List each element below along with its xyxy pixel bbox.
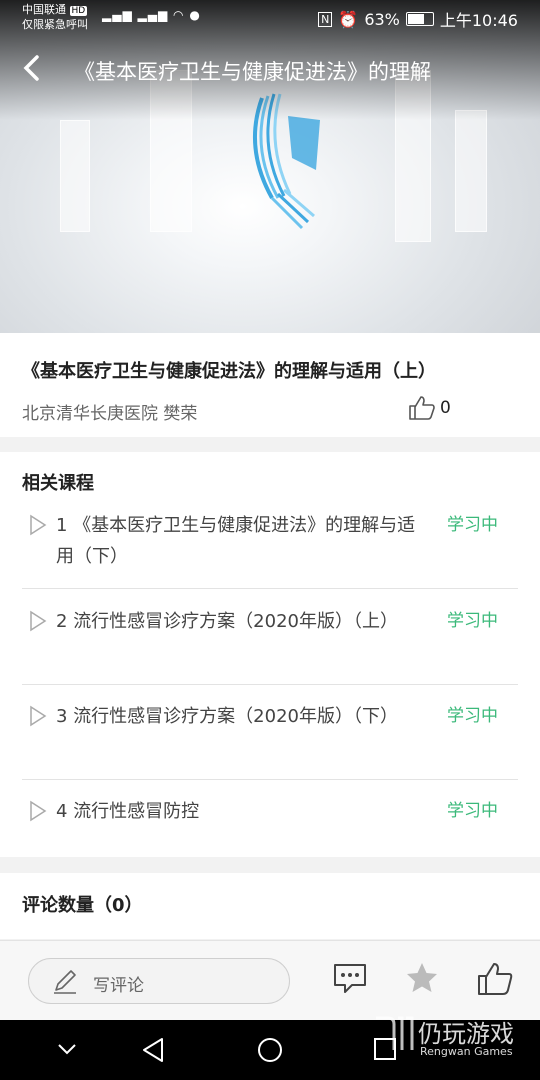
lesson-info-card: 《基本医疗卫生与健康促进法》的理解与适用（上） 北京清华长庚医院 樊荣 0 <box>0 333 540 437</box>
lesson-author: 北京清华长庚医院 樊荣 <box>22 404 198 424</box>
watermark-subtitle: Rengwan Games <box>420 1045 513 1058</box>
message-icon: ● <box>189 8 201 22</box>
write-comment-placeholder: 写评论 <box>93 976 144 996</box>
battery-icon <box>405 12 434 26</box>
course-title: 1 《基本医疗卫生与健康促进法》的理解与适用（下） <box>56 515 416 567</box>
clock: 上午10:46 <box>439 11 518 30</box>
video-player[interactable] <box>0 0 540 333</box>
like-count: 0 <box>440 398 451 418</box>
play-icon <box>30 800 47 822</box>
course-item[interactable]: 1 《基本医疗卫生与健康促进法》的理解与适用（下） 学习中 <box>22 510 518 589</box>
signal-off-icon: ▂▄▆ <box>137 8 169 22</box>
like-button[interactable]: 0 <box>408 395 451 421</box>
play-icon <box>30 610 47 632</box>
course-status: 学习中 <box>447 611 498 631</box>
comments-section: 评论数量（0） <box>0 873 540 939</box>
play-icon <box>30 514 47 536</box>
back-button[interactable] <box>14 54 48 88</box>
lesson-title: 《基本医疗卫生与健康促进法》的理解与适用（上） <box>22 361 436 382</box>
alarm-icon: ⏰ <box>338 9 359 29</box>
wifi-icon: ◠ <box>173 8 185 22</box>
star-icon[interactable] <box>404 961 440 995</box>
nav-back-icon[interactable] <box>140 1036 166 1064</box>
thumbs-up-icon[interactable] <box>476 961 514 997</box>
section-heading: 相关课程 <box>22 473 94 494</box>
course-title: 3 流行性感冒诊疗方案（2020年版）（下） <box>56 706 398 727</box>
bg-panel <box>455 110 487 232</box>
watermark-logo-icon <box>376 1016 414 1050</box>
comment-count-heading: 评论数量（0） <box>22 895 143 916</box>
course-title: 4 流行性感冒防控 <box>56 801 200 822</box>
page-title: 《基本医疗卫生与健康促进法》的理解 <box>74 60 431 84</box>
hd-badge: HD <box>69 6 88 16</box>
signal-icon: ▂▄▆ <box>102 8 133 22</box>
comment-icon[interactable] <box>332 961 368 995</box>
nfc-icon: N <box>318 11 333 27</box>
watermark: 仍玩游戏 Rengwan Games <box>372 1010 514 1062</box>
course-item[interactable]: 2 流行性感冒诊疗方案（2020年版）（上） 学习中 <box>22 606 518 685</box>
pen-icon <box>54 970 76 994</box>
related-courses-section: 相关课程 1 《基本医疗卫生与健康促进法》的理解与适用（下） 学习中 2 流行性… <box>0 452 540 857</box>
course-title: 2 流行性感冒诊疗方案（2020年版）（上） <box>56 611 398 632</box>
bg-panel <box>60 120 90 232</box>
emergency-only-label: 仅限紧急呼叫 <box>22 18 88 31</box>
carrier-name: 中国联通 <box>22 3 66 16</box>
nav-home-icon[interactable] <box>256 1036 284 1064</box>
course-status: 学习中 <box>447 706 498 726</box>
course-status: 学习中 <box>447 515 498 535</box>
carrier-info: 中国联通 HD 仅限紧急呼叫 <box>22 3 88 32</box>
signal-icons: ▂▄▆ ▂▄▆ ◠ ● <box>102 8 201 22</box>
thumbs-up-icon <box>409 396 435 420</box>
bottom-action-bar: 写评论 <box>0 940 540 1021</box>
play-icon <box>30 705 47 727</box>
course-item[interactable]: 4 流行性感冒防控 学习中 <box>22 796 518 844</box>
nav-hide-icon[interactable] <box>56 1042 78 1056</box>
chevron-left-icon <box>23 55 39 81</box>
battery-percent: 63% <box>364 9 400 29</box>
course-status: 学习中 <box>447 801 498 821</box>
course-item[interactable]: 3 流行性感冒诊疗方案（2020年版）（下） 学习中 <box>22 701 518 780</box>
watermark-name: 仍玩游戏 <box>418 1020 514 1048</box>
write-comment-input[interactable]: 写评论 <box>28 958 290 1004</box>
status-right: N ⏰ 63% 上午10:46 <box>318 7 518 31</box>
status-bar: 中国联通 HD 仅限紧急呼叫 ▂▄▆ ▂▄▆ ◠ ● N ⏰ 63% 上午10:… <box>0 0 540 38</box>
